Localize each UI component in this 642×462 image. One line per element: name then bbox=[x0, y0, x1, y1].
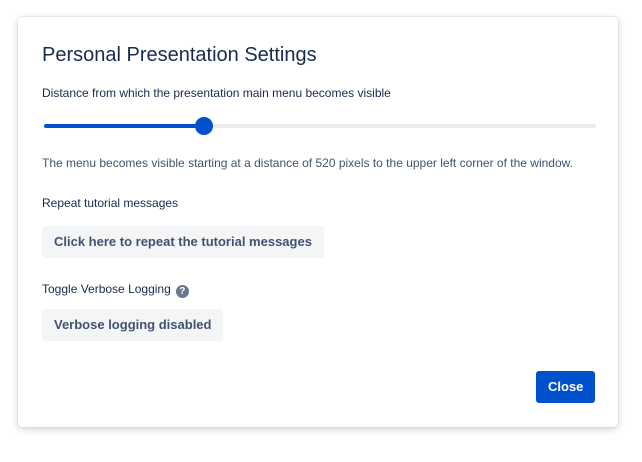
verbose-logging-toggle-button[interactable]: Verbose logging disabled bbox=[42, 309, 224, 341]
tutorial-label: Repeat tutorial messages bbox=[42, 196, 179, 210]
distance-slider[interactable] bbox=[44, 117, 596, 135]
help-icon[interactable]: ? bbox=[175, 285, 189, 298]
slider-fill bbox=[44, 124, 205, 128]
dialog-title: Personal Presentation Settings bbox=[42, 44, 317, 66]
settings-dialog: Personal Presentation Settings Distance … bbox=[18, 17, 618, 427]
verbose-logging-label: Toggle Verbose Logging bbox=[42, 282, 171, 296]
distance-help-text: The menu becomes visible starting at a d… bbox=[42, 156, 573, 170]
slider-thumb[interactable] bbox=[196, 118, 213, 134]
close-button[interactable]: Close bbox=[536, 371, 596, 403]
distance-label: Distance from which the presentation mai… bbox=[42, 86, 391, 100]
verbose-logging-label-row: Toggle Verbose Logging? bbox=[42, 281, 189, 298]
repeat-tutorial-button[interactable]: Click here to repeat the tutorial messag… bbox=[42, 226, 324, 258]
